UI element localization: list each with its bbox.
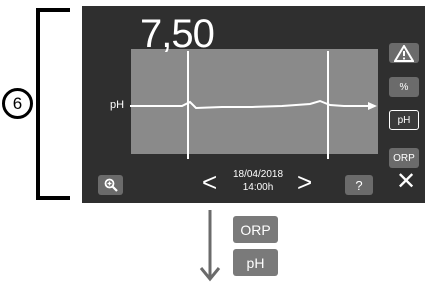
bracket (36, 8, 70, 200)
chevron-left-icon[interactable]: < (202, 169, 217, 195)
orp-mode-button[interactable]: ORP (233, 216, 278, 243)
chevron-right-icon[interactable]: > (297, 169, 312, 195)
help-button[interactable]: ? (345, 175, 373, 195)
warning-icon (394, 44, 414, 62)
y-axis-label: pH (110, 99, 125, 111)
zoom-in-icon (104, 178, 118, 192)
orp-button[interactable]: ORP (389, 148, 419, 168)
date-text: 18/04/2018 (232, 169, 284, 180)
current-reading: 7,50 (140, 12, 215, 56)
down-arrow-icon (199, 210, 221, 282)
ph-trend-line (130, 99, 368, 110)
close-icon[interactable]: ✕ (396, 170, 416, 194)
ph-button[interactable]: pH (389, 110, 419, 130)
callout-number: 6 (2, 88, 33, 119)
percent-button[interactable]: % (389, 77, 419, 97)
zoom-button[interactable] (98, 175, 123, 195)
date-time: 18/04/2018 14:00h (220, 168, 296, 194)
ph-mode-button[interactable]: pH (233, 249, 278, 276)
trend-arrow-head (368, 102, 377, 110)
time-text: 14:00h (242, 182, 274, 193)
device-screen: 7,50 pH % pH ORP < 18/04/2018 14:00h > ?… (82, 6, 425, 203)
alarm-button[interactable] (389, 43, 419, 63)
